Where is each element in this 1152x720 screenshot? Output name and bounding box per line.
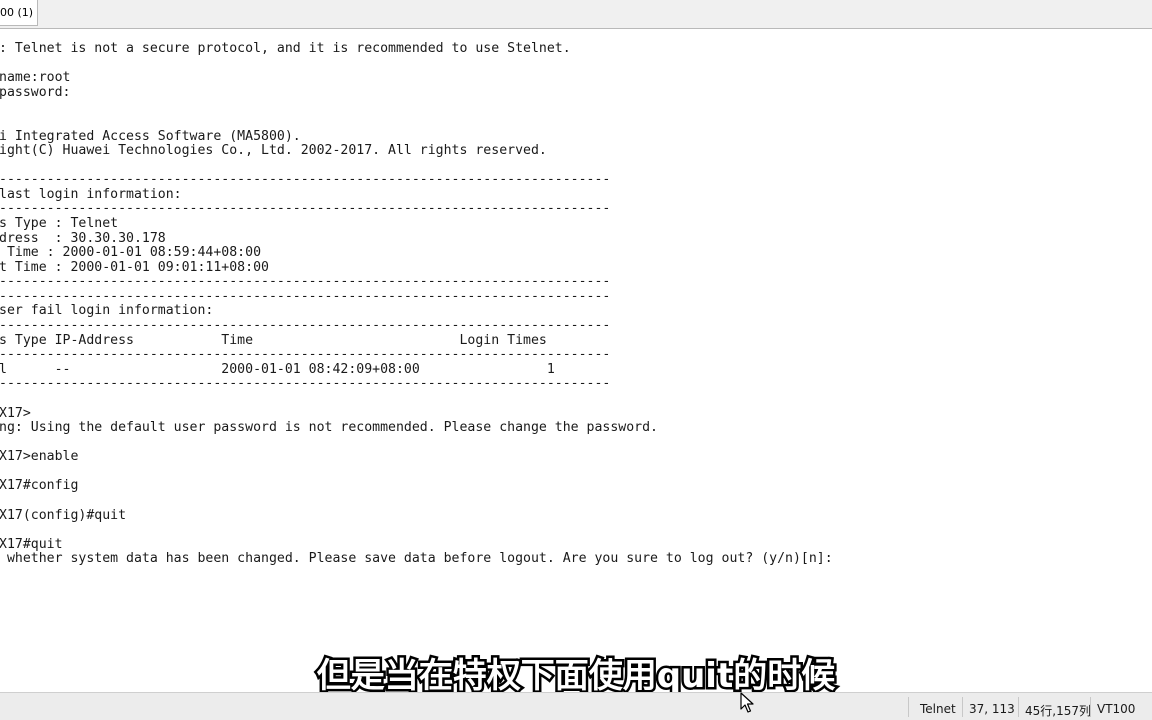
session-tab[interactable]: 00 (1) bbox=[0, 0, 38, 26]
status-separator bbox=[1090, 697, 1091, 717]
terminal-line: X17>enable bbox=[0, 449, 79, 465]
status-separator bbox=[962, 697, 963, 717]
terminal-line: ----------------------------------------… bbox=[0, 201, 611, 217]
terminal-line: X17(config)#quit bbox=[0, 507, 127, 523]
terminal-line: s Type : Telnet bbox=[0, 216, 119, 231]
status-separator bbox=[1018, 697, 1019, 717]
terminal-line: ----------------------------------------… bbox=[0, 376, 611, 392]
terminal-line: dress : 30.30.30.178 bbox=[0, 230, 166, 246]
terminal-line: ----------------------------------------… bbox=[0, 172, 611, 188]
terminal-line: t Time : 2000-01-01 09:01:11+08:00 bbox=[0, 259, 269, 275]
tab-strip: 00 (1) bbox=[0, 0, 1152, 29]
terminal-line: i Integrated Access Software (MA5800). bbox=[0, 128, 301, 144]
terminal-line: s Type IP-Address Time Login Times bbox=[0, 332, 547, 348]
status-dimensions: 45行,157列 bbox=[1025, 704, 1091, 718]
terminal-line: ight(C) Huawei Technologies Co., Ltd. 20… bbox=[0, 143, 547, 159]
status-cursor-position: 37, 113 bbox=[969, 702, 1015, 716]
terminal-line: last login information: bbox=[0, 186, 182, 202]
video-subtitle-text: 但是当在特权下面使用quit的时候 bbox=[314, 654, 837, 699]
telnet-terminal-window: 00 (1) : Telnet is not a secure protocol… bbox=[0, 0, 1152, 720]
terminal-line: X17#config bbox=[0, 478, 79, 494]
status-protocol: Telnet bbox=[920, 702, 956, 716]
terminal-line: X17#quit bbox=[0, 536, 63, 552]
terminal-line: Time : 2000-01-01 08:59:44+08:00 bbox=[0, 245, 262, 261]
terminal-line: X17> bbox=[0, 405, 31, 421]
terminal-line: l -- 2000-01-01 08:42:09+08:00 1 bbox=[0, 361, 555, 377]
session-tab-label: 00 (1) bbox=[0, 6, 34, 19]
status-bar: Telnet 37, 113 45行,157列 VT100 bbox=[0, 692, 1152, 720]
terminal-line: : Telnet is not a secure protocol, and i… bbox=[0, 41, 571, 56]
terminal-line: ng: Using the default user password is n… bbox=[0, 420, 658, 436]
terminal-output[interactable]: : Telnet is not a secure protocol, and i… bbox=[0, 29, 1152, 692]
status-terminal-type: VT100 bbox=[1097, 702, 1136, 716]
terminal-line: name:root bbox=[0, 70, 71, 86]
terminal-line: ----------------------------------------… bbox=[0, 347, 611, 363]
terminal-line: ser fail login information: bbox=[0, 303, 214, 319]
status-separator bbox=[908, 697, 909, 717]
mouse-pointer-icon bbox=[740, 692, 754, 713]
terminal-line: password: bbox=[0, 84, 71, 100]
terminal-line: whether system data has been changed. Pl… bbox=[0, 551, 833, 567]
terminal-line: ----------------------------------------… bbox=[0, 318, 611, 333]
terminal-line: ----------------------------------------… bbox=[0, 288, 611, 304]
terminal-line: ----------------------------------------… bbox=[0, 274, 611, 290]
